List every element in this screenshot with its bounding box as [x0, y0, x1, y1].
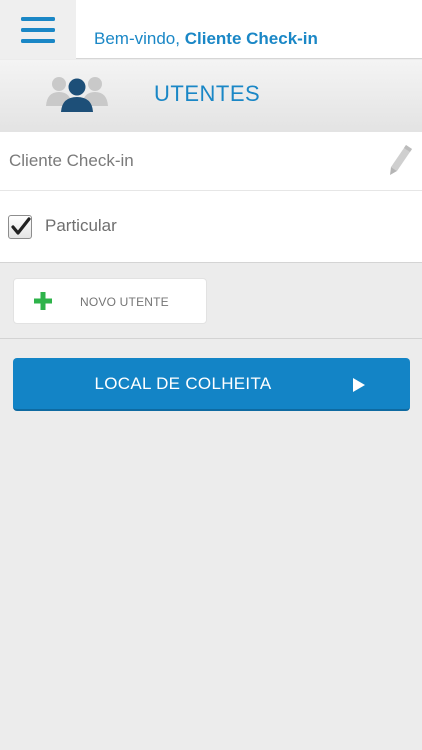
- hamburger-menu-icon: [21, 16, 55, 43]
- checkmark-icon: [11, 217, 31, 235]
- patient-card: Cliente Check-in Particular: [0, 132, 422, 263]
- particular-row[interactable]: Particular: [0, 192, 422, 262]
- plus-icon: [34, 292, 52, 310]
- collection-site-label: LOCAL DE COLHEITA: [94, 374, 272, 393]
- app-header: Bem-vindo, Cliente Check-in: [0, 0, 422, 59]
- section-banner: UTENTES: [0, 60, 422, 132]
- welcome-user-name: Cliente Check-in: [184, 29, 318, 48]
- pencil-icon[interactable]: [386, 143, 414, 177]
- welcome-text: Bem-vindo, Cliente Check-in: [94, 29, 318, 49]
- section-divider: [0, 338, 422, 339]
- new-patient-label: NOVO UTENTE: [80, 295, 169, 309]
- new-patient-button[interactable]: NOVO UTENTE: [13, 278, 207, 324]
- client-name: Cliente Check-in: [9, 151, 134, 170]
- section-title: UTENTES: [154, 81, 261, 106]
- users-group-icon: [46, 77, 108, 112]
- particular-label: Particular: [45, 216, 117, 235]
- collection-site-button[interactable]: LOCAL DE COLHEITA: [13, 358, 410, 411]
- menu-button[interactable]: [0, 0, 76, 59]
- client-row: Cliente Check-in: [0, 132, 422, 191]
- particular-checkbox[interactable]: [8, 215, 32, 239]
- play-arrow-icon: [353, 378, 365, 392]
- welcome-prefix: Bem-vindo,: [94, 29, 180, 48]
